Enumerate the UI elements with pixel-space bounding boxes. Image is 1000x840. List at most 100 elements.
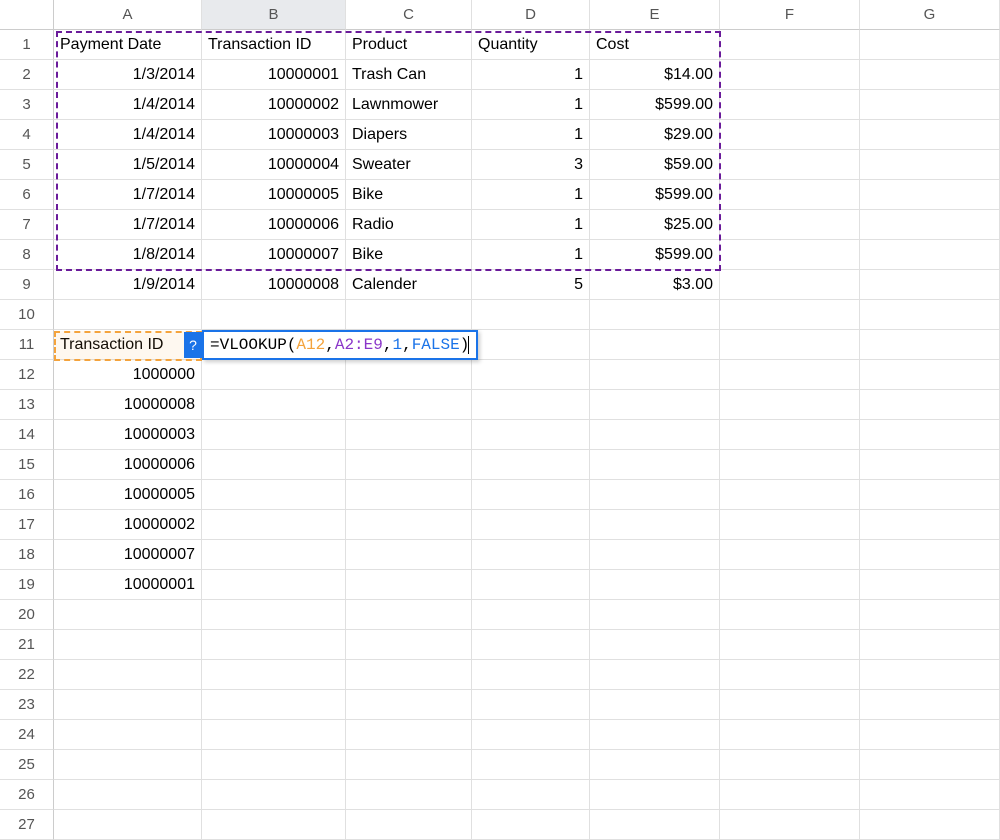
- cell-D12[interactable]: [472, 360, 590, 390]
- cell-A5[interactable]: 1/5/2014: [54, 150, 202, 180]
- row-header-22[interactable]: 22: [0, 660, 54, 690]
- cell-E6[interactable]: $599.00: [590, 180, 720, 210]
- cell-B18[interactable]: [202, 540, 346, 570]
- cell-A14[interactable]: 10000003: [54, 420, 202, 450]
- cell-C4[interactable]: Diapers: [346, 120, 472, 150]
- cell-B19[interactable]: [202, 570, 346, 600]
- row-header-7[interactable]: 7: [0, 210, 54, 240]
- row-header-6[interactable]: 6: [0, 180, 54, 210]
- cell-F23[interactable]: [720, 690, 860, 720]
- column-header-D[interactable]: D: [472, 0, 590, 30]
- cell-E14[interactable]: [590, 420, 720, 450]
- cell-A3[interactable]: 1/4/2014: [54, 90, 202, 120]
- cell-E27[interactable]: [590, 810, 720, 840]
- row-header-26[interactable]: 26: [0, 780, 54, 810]
- cell-F5[interactable]: [720, 150, 860, 180]
- cell-B14[interactable]: [202, 420, 346, 450]
- cell-A13[interactable]: 10000008: [54, 390, 202, 420]
- cell-C7[interactable]: Radio: [346, 210, 472, 240]
- cell-D16[interactable]: [472, 480, 590, 510]
- row-header-19[interactable]: 19: [0, 570, 54, 600]
- row-header-23[interactable]: 23: [0, 690, 54, 720]
- cell-G25[interactable]: [860, 750, 1000, 780]
- cell-G12[interactable]: [860, 360, 1000, 390]
- row-header-4[interactable]: 4: [0, 120, 54, 150]
- cell-E5[interactable]: $59.00: [590, 150, 720, 180]
- cell-B21[interactable]: [202, 630, 346, 660]
- column-header-G[interactable]: G: [860, 0, 1000, 30]
- cell-C2[interactable]: Trash Can: [346, 60, 472, 90]
- cell-A4[interactable]: 1/4/2014: [54, 120, 202, 150]
- cell-F26[interactable]: [720, 780, 860, 810]
- cell-B25[interactable]: [202, 750, 346, 780]
- cell-E22[interactable]: [590, 660, 720, 690]
- cell-D6[interactable]: 1: [472, 180, 590, 210]
- cell-C25[interactable]: [346, 750, 472, 780]
- cell-D23[interactable]: [472, 690, 590, 720]
- cell-D21[interactable]: [472, 630, 590, 660]
- cell-B4[interactable]: 10000003: [202, 120, 346, 150]
- cell-B10[interactable]: [202, 300, 346, 330]
- cell-F12[interactable]: [720, 360, 860, 390]
- cell-B15[interactable]: [202, 450, 346, 480]
- cell-C24[interactable]: [346, 720, 472, 750]
- column-header-E[interactable]: E: [590, 0, 720, 30]
- row-header-27[interactable]: 27: [0, 810, 54, 840]
- row-header-15[interactable]: 15: [0, 450, 54, 480]
- cell-D15[interactable]: [472, 450, 590, 480]
- cell-F6[interactable]: [720, 180, 860, 210]
- cell-E10[interactable]: [590, 300, 720, 330]
- cell-E11[interactable]: [590, 330, 720, 360]
- cell-F9[interactable]: [720, 270, 860, 300]
- cell-B27[interactable]: [202, 810, 346, 840]
- cell-A17[interactable]: 10000002: [54, 510, 202, 540]
- cell-F24[interactable]: [720, 720, 860, 750]
- cell-A24[interactable]: [54, 720, 202, 750]
- cell-B17[interactable]: [202, 510, 346, 540]
- cell-F8[interactable]: [720, 240, 860, 270]
- cell-G15[interactable]: [860, 450, 1000, 480]
- cell-C8[interactable]: Bike: [346, 240, 472, 270]
- cell-G7[interactable]: [860, 210, 1000, 240]
- cell-D1[interactable]: Quantity: [472, 30, 590, 60]
- cell-G14[interactable]: [860, 420, 1000, 450]
- cell-A15[interactable]: 10000006: [54, 450, 202, 480]
- cell-B2[interactable]: 10000001: [202, 60, 346, 90]
- cell-D22[interactable]: [472, 660, 590, 690]
- cell-G26[interactable]: [860, 780, 1000, 810]
- row-header-2[interactable]: 2: [0, 60, 54, 90]
- cell-G8[interactable]: [860, 240, 1000, 270]
- cell-E16[interactable]: [590, 480, 720, 510]
- cell-C15[interactable]: [346, 450, 472, 480]
- row-header-25[interactable]: 25: [0, 750, 54, 780]
- cell-D14[interactable]: [472, 420, 590, 450]
- cell-G4[interactable]: [860, 120, 1000, 150]
- cell-E24[interactable]: [590, 720, 720, 750]
- cell-E7[interactable]: $25.00: [590, 210, 720, 240]
- cell-D7[interactable]: 1: [472, 210, 590, 240]
- row-header-21[interactable]: 21: [0, 630, 54, 660]
- column-header-B[interactable]: B: [202, 0, 346, 30]
- row-header-17[interactable]: 17: [0, 510, 54, 540]
- cell-F21[interactable]: [720, 630, 860, 660]
- cell-E3[interactable]: $599.00: [590, 90, 720, 120]
- formula-help-button[interactable]: ?: [184, 332, 202, 358]
- cell-A22[interactable]: [54, 660, 202, 690]
- cell-A26[interactable]: [54, 780, 202, 810]
- cell-E12[interactable]: [590, 360, 720, 390]
- cell-D3[interactable]: 1: [472, 90, 590, 120]
- row-header-20[interactable]: 20: [0, 600, 54, 630]
- cell-F15[interactable]: [720, 450, 860, 480]
- cell-C26[interactable]: [346, 780, 472, 810]
- row-header-8[interactable]: 8: [0, 240, 54, 270]
- cell-G19[interactable]: [860, 570, 1000, 600]
- cell-C17[interactable]: [346, 510, 472, 540]
- cell-D25[interactable]: [472, 750, 590, 780]
- cell-A25[interactable]: [54, 750, 202, 780]
- cell-B26[interactable]: [202, 780, 346, 810]
- row-header-10[interactable]: 10: [0, 300, 54, 330]
- row-header-18[interactable]: 18: [0, 540, 54, 570]
- cell-D9[interactable]: 5: [472, 270, 590, 300]
- row-header-5[interactable]: 5: [0, 150, 54, 180]
- cell-B24[interactable]: [202, 720, 346, 750]
